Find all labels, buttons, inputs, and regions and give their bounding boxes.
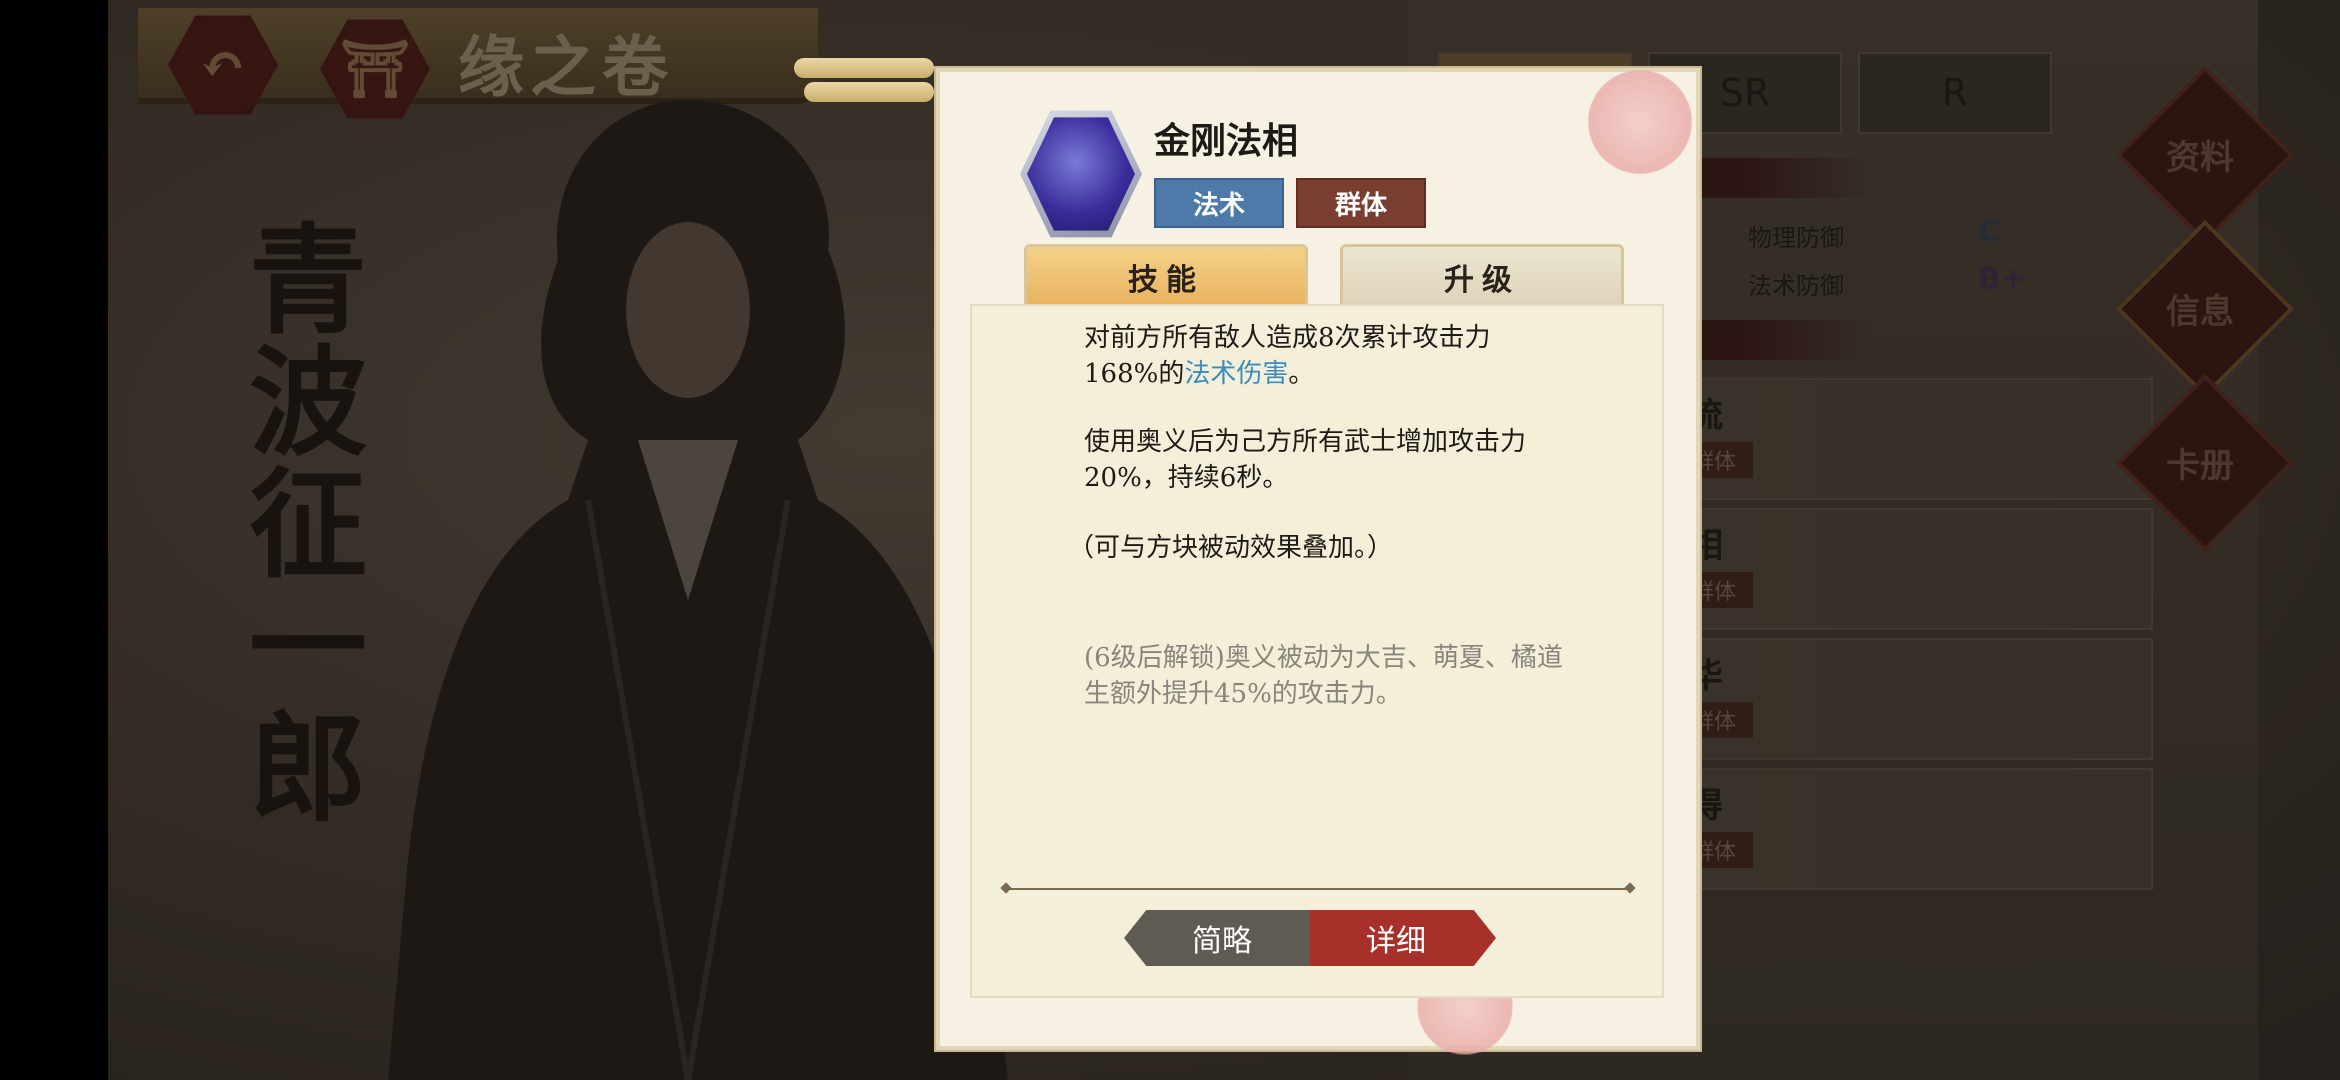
nav-info-label: 信息 <box>2166 292 2234 332</box>
modal-deco-top <box>794 58 934 78</box>
tab-upgrade[interactable]: 升级 <box>1340 244 1624 307</box>
magic-damage-keyword: 法术伤害 <box>1184 359 1289 389</box>
effect-1-line-1: 对前方所有敌人造成8次累计攻击力 <box>1084 323 1491 353</box>
tag-damage-type: 法术 <box>1154 178 1284 228</box>
attr-grade-c: C <box>1978 214 2001 249</box>
effect-1-text: 168%的 <box>1084 359 1185 389</box>
brief-toggle-button[interactable]: 简略 <box>1124 910 1310 966</box>
effect-2-line-1: 使用奥义后为己方所有武士增加攻击力 <box>1084 427 1527 457</box>
game-viewport: ↶ ⛩ 缘之卷 青波征一郎 SSR SR R 属性 S 物理防御 C A 法术防… <box>108 0 2340 1080</box>
flower-decoration <box>1580 62 1700 182</box>
character-portrait <box>388 100 1008 1080</box>
attr-label-magic-def: 法术防御 <box>1748 272 1844 300</box>
skill-detail-dialog: 金刚法相 法术 群体 技能 升级 对前方所有敌人造成8次累计攻击力 168%的法… <box>936 62 1700 1062</box>
skill-icon <box>1020 110 1142 238</box>
skill-title: 金刚法相 <box>1154 120 1299 162</box>
effect-2: 使用奥义后为己方所有武士增加攻击力 20%，持续6秒。 <box>1084 424 1644 496</box>
character-name: 青波征一郎 <box>248 211 367 838</box>
back-arrow-icon: ↶ <box>176 22 270 108</box>
locked-line-2: 生额外提升45%的攻击力。 <box>1084 679 1402 709</box>
screen: ↶ ⛩ 缘之卷 青波征一郎 SSR SR R 属性 S 物理防御 C A 法术防… <box>0 0 2340 1080</box>
tag-target-type: 群体 <box>1296 178 1426 228</box>
effect-2-line-2: 20%，持续6秒。 <box>1084 463 1289 493</box>
detail-toggle-button[interactable]: 详细 <box>1310 910 1496 966</box>
attr-grade-bplus: B+ <box>1978 262 2027 297</box>
locked-line-1: (6级后解锁)奥义被动为大吉、萌夏、橘道 <box>1084 643 1563 673</box>
effect-1: 对前方所有敌人造成8次累计攻击力 168%的法术伤害。 <box>1084 320 1644 392</box>
locked-passive: (6级后解锁)奥义被动为大吉、萌夏、橘道 生额外提升45%的攻击力。 <box>1084 640 1644 712</box>
nav-cards-label: 卡册 <box>2166 446 2234 486</box>
skill-description-panel: 对前方所有敌人造成8次累计攻击力 168%的法术伤害。 使用奥义后为己方所有武士… <box>970 304 1664 998</box>
effect-1-punct: 。 <box>1288 359 1315 389</box>
tab-skill[interactable]: 技能 <box>1024 244 1308 307</box>
skill-icon-art <box>1027 117 1135 231</box>
attr-label-physical-def: 物理防御 <box>1748 224 1844 252</box>
effect-note: （可与方块被动效果叠加。） <box>1068 533 1394 563</box>
modal-deco-top <box>804 82 934 102</box>
tab-r[interactable]: R <box>1858 52 2052 134</box>
nav-profile-label: 资料 <box>2166 138 2234 178</box>
divider <box>1006 888 1630 890</box>
effect-1-line-2: 168%的法术伤害。 <box>1084 356 1644 392</box>
